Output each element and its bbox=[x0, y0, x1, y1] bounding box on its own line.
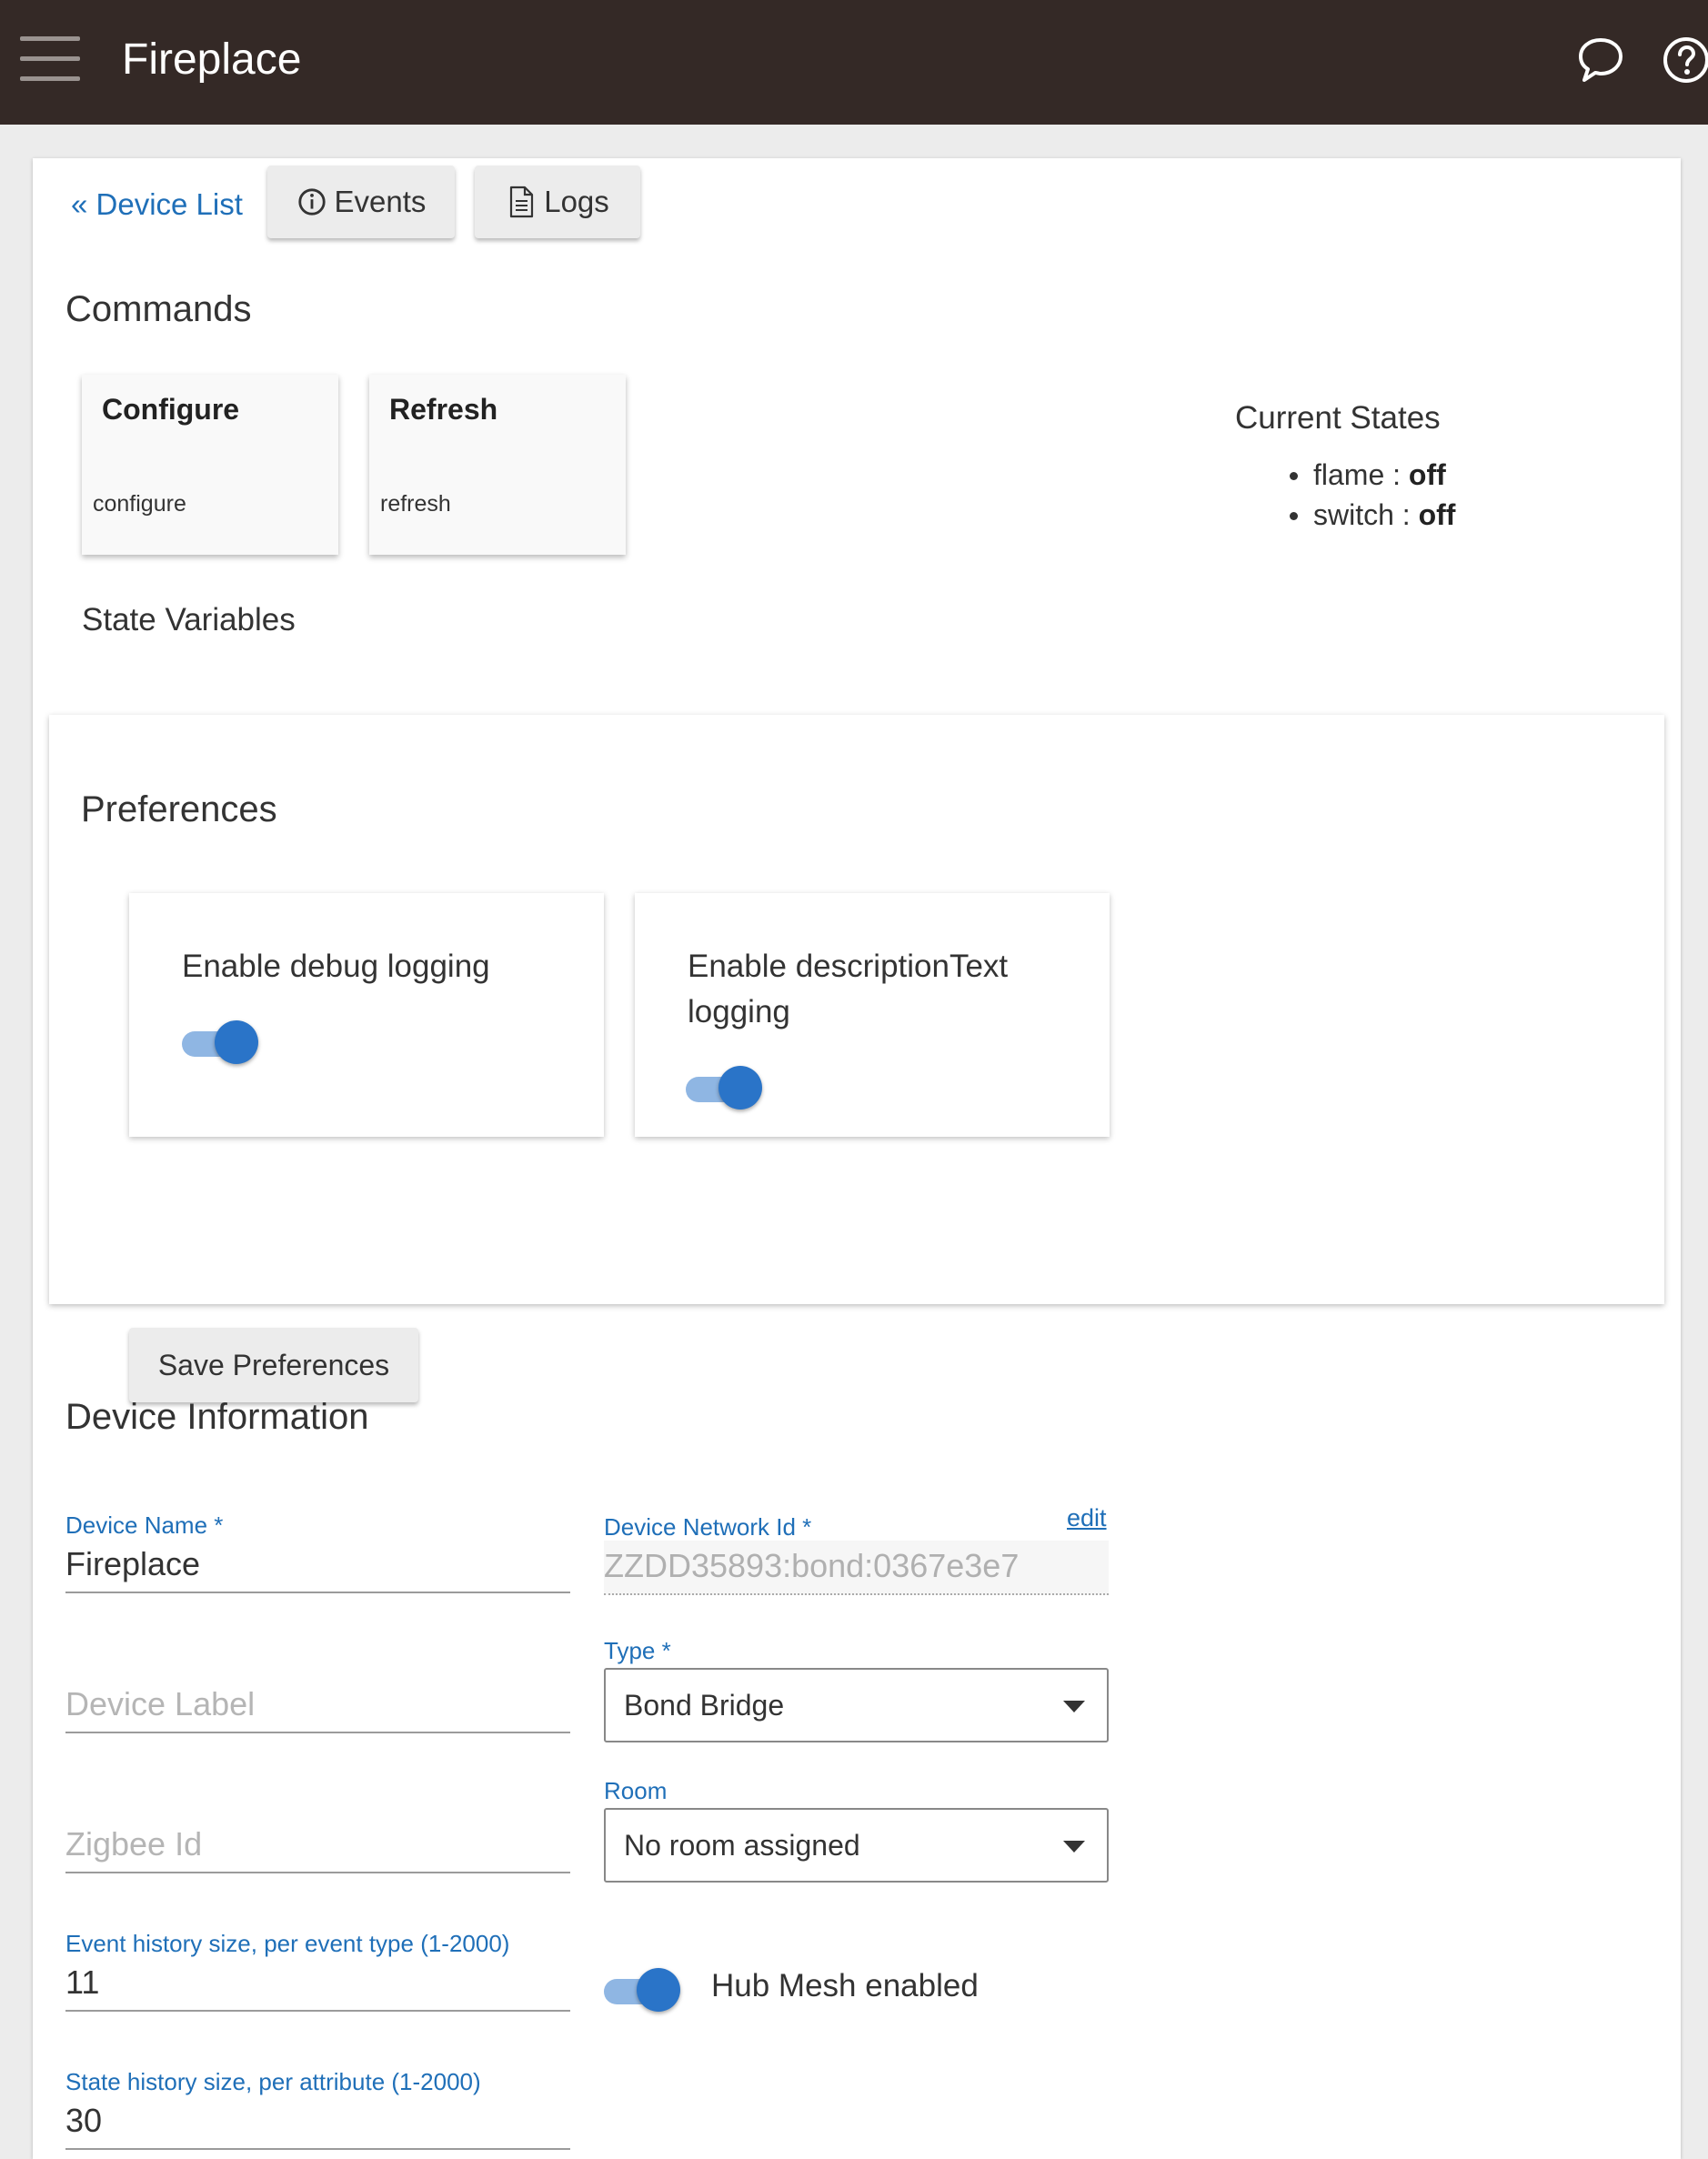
device-name-label: Device Name * bbox=[65, 1511, 224, 1539]
zigbee-id-input[interactable]: Zigbee Id bbox=[65, 1819, 570, 1873]
events-button-label: Events bbox=[334, 185, 427, 218]
logs-button[interactable]: Logs bbox=[475, 166, 640, 238]
state-history-label: State history size, per attribute (1-200… bbox=[65, 2068, 481, 2095]
type-select-value: Bond Bridge bbox=[624, 1689, 785, 1722]
top-app-bar: Fireplace bbox=[0, 0, 1708, 125]
description-text-logging-toggle[interactable] bbox=[686, 1066, 762, 1110]
pref-debug-logging: Enable debug logging bbox=[129, 893, 604, 1137]
current-states-list: flame : off switch : off bbox=[1286, 455, 1455, 535]
room-label: Room bbox=[604, 1777, 668, 1804]
type-label: Type * bbox=[604, 1637, 671, 1664]
chat-bubble-icon[interactable] bbox=[1575, 35, 1626, 85]
pref-description-text-logging: Enable descriptionText logging bbox=[635, 893, 1110, 1137]
state-item-switch: switch : off bbox=[1286, 495, 1455, 535]
document-icon bbox=[510, 186, 534, 218]
event-history-input[interactable]: 11 bbox=[65, 1957, 570, 2012]
help-circle-icon[interactable] bbox=[1661, 35, 1708, 85]
chevron-down-icon bbox=[1063, 1701, 1085, 1712]
command-card-configure[interactable]: Configure configure bbox=[82, 375, 338, 555]
pref-label: Enable debug logging bbox=[182, 949, 490, 984]
device-name-input[interactable]: Fireplace bbox=[65, 1539, 570, 1593]
room-select[interactable]: No room assigned bbox=[604, 1808, 1109, 1883]
page-title: Fireplace bbox=[122, 35, 302, 84]
state-item-flame: flame : off bbox=[1286, 455, 1455, 495]
event-history-label: Event history size, per event type (1-20… bbox=[65, 1930, 510, 1957]
edit-network-id-link[interactable]: edit bbox=[1067, 1504, 1107, 1532]
network-id-label: Device Network Id * bbox=[604, 1513, 812, 1541]
command-title: Refresh bbox=[389, 393, 498, 426]
type-select[interactable]: Bond Bridge bbox=[604, 1668, 1109, 1742]
events-button[interactable]: Events bbox=[267, 166, 455, 238]
device-list-back-link[interactable]: « Device List bbox=[71, 187, 243, 222]
chevron-down-icon bbox=[1063, 1841, 1085, 1853]
device-information-heading: Device Information bbox=[65, 1397, 369, 1437]
hub-mesh-toggle[interactable] bbox=[604, 1968, 680, 2012]
device-label-input[interactable]: Device Label bbox=[65, 1679, 570, 1733]
preferences-heading: Preferences bbox=[81, 789, 277, 829]
hamburger-menu-icon[interactable] bbox=[20, 36, 80, 84]
state-variables-heading: State Variables bbox=[82, 602, 296, 638]
room-select-value: No room assigned bbox=[624, 1829, 860, 1862]
logs-button-label: Logs bbox=[544, 185, 609, 218]
state-history-input[interactable]: 30 bbox=[65, 2095, 570, 2150]
device-detail-card: « Device List Events Logs Commands Confi… bbox=[33, 158, 1681, 2159]
command-title: Configure bbox=[102, 393, 240, 426]
network-id-input: ZZDD35893:bond:0367e3e7 bbox=[604, 1541, 1109, 1595]
debug-logging-toggle[interactable] bbox=[182, 1020, 258, 1064]
info-circle-icon bbox=[297, 188, 326, 216]
preferences-card: Preferences Enable debug logging Enable … bbox=[49, 715, 1664, 1402]
hub-mesh-label: Hub Mesh enabled bbox=[711, 1968, 979, 2003]
current-states-heading: Current States bbox=[1235, 400, 1441, 436]
command-name: configure bbox=[93, 491, 186, 517]
pref-label: Enable descriptionText logging bbox=[688, 949, 1009, 1029]
command-name: refresh bbox=[380, 491, 451, 517]
command-card-refresh[interactable]: Refresh refresh bbox=[369, 375, 626, 555]
commands-heading: Commands bbox=[65, 289, 252, 329]
save-preferences-button[interactable]: Save Preferences bbox=[129, 1328, 418, 1402]
